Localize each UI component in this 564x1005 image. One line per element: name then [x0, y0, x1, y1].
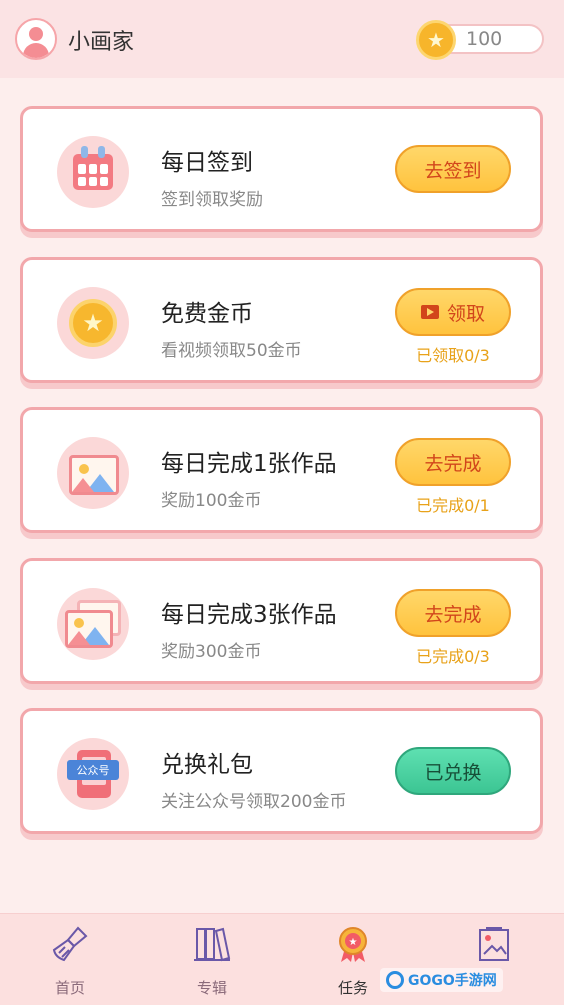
medal-icon: ★: [339, 927, 367, 962]
task-card-free-coins: ★ 免费金币 看视频领取50金币 领取 已领取0/3: [20, 257, 543, 383]
task-title: 每日签到: [161, 150, 253, 176]
task-card-checkin: 每日签到 签到领取奖励 去签到: [20, 106, 543, 232]
button-label: 去完成: [424, 603, 482, 626]
task-title: 兑换礼包: [161, 752, 253, 778]
calendar-icon: [57, 136, 129, 208]
task-title: 每日完成1张作品: [161, 451, 337, 477]
phone-icon: 公众号: [57, 738, 129, 810]
username: 小画家: [68, 30, 135, 55]
task-card-complete-3: 每日完成3张作品 奖励300金币 去完成 已完成0/3: [20, 558, 543, 684]
top-bar: 小画家 ★ 100: [0, 0, 564, 78]
claim-button[interactable]: 领取: [395, 288, 511, 336]
picture-frame-icon: [57, 437, 129, 509]
gold-coin-icon: ★: [57, 287, 129, 359]
task-description: 奖励100金币: [161, 491, 262, 511]
avatar-body: [23, 43, 49, 58]
task-description: 看视频领取50金币: [161, 341, 302, 361]
coin-count: 100: [466, 28, 503, 50]
task-description: 奖励300金币: [161, 642, 262, 662]
tab-home[interactable]: 首页: [25, 914, 115, 1005]
watermark-logo-icon: [386, 971, 404, 989]
task-card-redeem-gift: 公众号 兑换礼包 关注公众号领取200金币 已兑换: [20, 708, 543, 834]
task-title: 免费金币: [161, 301, 253, 327]
tab-label: 专辑: [196, 979, 227, 997]
task-progress: 已完成0/1: [416, 496, 490, 515]
broom-icon: [52, 926, 88, 962]
video-icon: [420, 305, 439, 319]
button-label: 去完成: [424, 452, 482, 475]
pictures-stack-icon: [57, 588, 129, 660]
avatar[interactable]: [15, 18, 57, 60]
complete-button[interactable]: 去完成: [395, 438, 511, 486]
button-label: 领取: [446, 302, 485, 325]
watermark-text: GOGO手游网: [408, 973, 497, 989]
coin-icon: ★: [416, 20, 456, 60]
drawing-board-icon: [479, 927, 509, 961]
task-progress: 已领取0/3: [416, 346, 490, 365]
button-label: 已兑换: [424, 761, 482, 784]
task-description: 签到领取奖励: [161, 190, 263, 210]
avatar-head: [29, 27, 43, 41]
task-description: 关注公众号领取200金币: [161, 792, 347, 812]
button-label: 去签到: [424, 159, 482, 182]
task-card-complete-1: 每日完成1张作品 奖励100金币 去完成 已完成0/1: [20, 407, 543, 533]
books-icon: [194, 927, 231, 962]
tab-albums[interactable]: 专辑: [167, 914, 257, 1005]
tab-label: 首页: [54, 979, 85, 997]
checkin-button[interactable]: 去签到: [395, 145, 511, 193]
task-title: 每日完成3张作品: [161, 602, 337, 628]
svg-text:★: ★: [349, 937, 358, 948]
official-account-badge: 公众号: [67, 760, 119, 780]
complete-button[interactable]: 去完成: [395, 589, 511, 637]
task-progress: 已完成0/3: [416, 647, 490, 666]
site-watermark: GOGO手游网: [380, 968, 503, 992]
redeemed-button[interactable]: 已兑换: [395, 747, 511, 795]
